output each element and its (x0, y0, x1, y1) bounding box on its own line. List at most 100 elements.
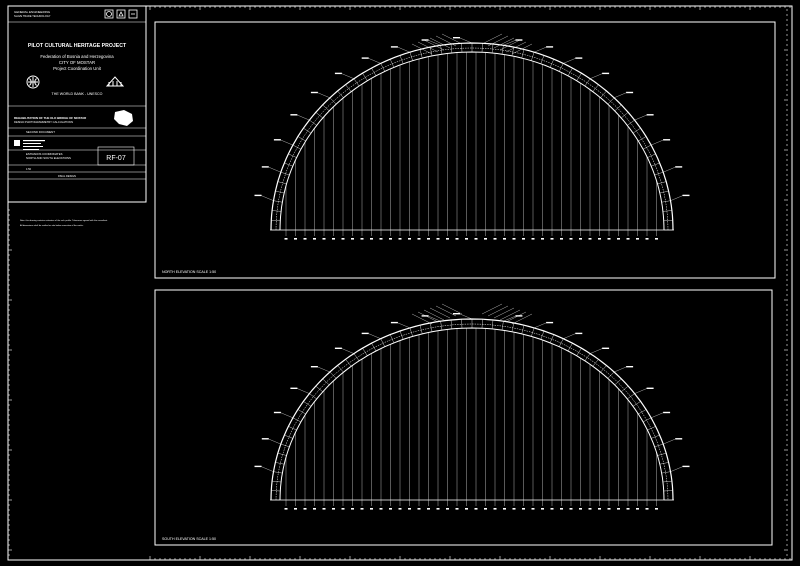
voussoir-joint (607, 97, 615, 105)
arch-extrados (270, 318, 674, 501)
coordinate-label-mark (575, 332, 583, 335)
voussoir-joint (450, 319, 453, 329)
coordinate-label-mark (390, 46, 398, 48)
leader-line (459, 37, 473, 44)
coordinate-label-mark (675, 438, 683, 440)
voussoir-joint (271, 220, 281, 221)
leader-line (651, 412, 664, 418)
crown-leader (417, 311, 439, 323)
arch-intrados (279, 51, 665, 231)
station-marker (550, 238, 554, 240)
leader-line (341, 73, 354, 79)
coordinate-label-mark (261, 438, 269, 440)
voussoir-joint (275, 462, 285, 465)
station-marker (455, 508, 459, 510)
leader-line (670, 466, 683, 472)
voussoir-joint (661, 471, 671, 474)
voussoir-joint (277, 181, 287, 185)
voussoir-joint (371, 343, 377, 352)
voussoir-joint (592, 84, 599, 92)
leader-line (397, 47, 410, 53)
coordinate-label-mark (361, 57, 369, 59)
voussoir-joint (600, 365, 607, 373)
station-marker (493, 508, 497, 510)
station-marker (408, 238, 411, 240)
coordinate-label-mark (310, 91, 318, 94)
station-marker (332, 238, 335, 240)
leader-line (503, 40, 516, 46)
ruler-ticks (8, 6, 791, 560)
voussoir-joint (271, 490, 281, 492)
coordinate-label-mark (546, 321, 554, 324)
voussoir-joint (322, 104, 330, 112)
notes-area: Note: this drawing contains estimates of… (20, 219, 108, 227)
coordinate-label-mark (453, 313, 460, 315)
station-marker (351, 238, 354, 240)
voussoir-joint (461, 319, 463, 329)
voussoir-joint (662, 210, 672, 212)
station-marker (474, 238, 478, 240)
voussoir-joint (584, 353, 591, 361)
coordinate-label-mark (646, 387, 654, 389)
leader-line (590, 348, 603, 354)
voussoir-joint (481, 319, 483, 329)
station-marker (655, 508, 658, 510)
voussoir-joint (315, 385, 323, 392)
drawing-sheet: NORTH ELEVATION SCALE 1:50 SOUTH ELEVATI… (7, 5, 793, 561)
sponsors-text: THE WORLD BANK - UNESCO (52, 92, 103, 96)
crown-leader (417, 41, 439, 53)
voussoir-joint (380, 338, 385, 347)
coordinate-label-mark (626, 366, 634, 368)
coordinate-label-mark (626, 91, 634, 94)
voussoir-joint (329, 371, 337, 379)
coordinate-label-mark (334, 72, 342, 75)
station-marker (379, 508, 383, 510)
leader-line (563, 58, 576, 64)
station-marker (636, 508, 639, 510)
station-marker (455, 238, 459, 240)
voussoir-joint (272, 480, 282, 483)
voussoir-joint (297, 136, 306, 142)
voussoir-joint (621, 385, 629, 392)
sheet-code: RF-07 (106, 155, 126, 162)
unit-text: Project Coordination Unit (53, 66, 102, 71)
leader-line (634, 114, 647, 121)
coordinate-label-mark (546, 46, 554, 48)
station-marker (389, 238, 392, 240)
station-marker (417, 238, 421, 240)
station-marker (446, 508, 449, 510)
voussoir-joint (647, 426, 656, 431)
crown-leader (487, 305, 509, 317)
voussoir-joint (662, 480, 672, 483)
voussoir-joint (362, 73, 368, 81)
voussoir-joint (273, 200, 283, 203)
station-marker (569, 238, 573, 240)
voussoir-joint (627, 119, 635, 126)
voussoir-joint (491, 43, 494, 54)
voussoir-joint (614, 104, 622, 112)
station-marker (446, 238, 449, 240)
voussoir-joint (511, 322, 514, 332)
station-marker (322, 508, 326, 510)
station-marker (408, 508, 411, 510)
station-marker (303, 508, 307, 510)
station-marker (560, 508, 563, 510)
firm-block (14, 140, 45, 150)
leader-line (341, 348, 354, 354)
voussoir-joint (399, 330, 404, 340)
sheet-title-line-2: NORTH AND SOUTH ELEVATIONS (26, 156, 71, 160)
south-elevation-panel: SOUTH ELEVATION SCALE 1:50 (154, 289, 773, 546)
coordinate-label-mark (575, 57, 583, 59)
voussoir-joint (303, 401, 312, 407)
leader-line (614, 92, 627, 98)
coordinate-label-mark (361, 332, 369, 335)
leader-line (663, 167, 676, 173)
station-marker (607, 238, 611, 240)
leader-line (670, 195, 683, 201)
station-marker (522, 508, 525, 510)
station-marker (360, 238, 364, 240)
north-elevation-label: NORTH ELEVATION SCALE 1:50 (162, 270, 216, 274)
station-marker (617, 238, 620, 240)
voussoir-joint (643, 417, 652, 423)
station-marker (531, 238, 535, 240)
